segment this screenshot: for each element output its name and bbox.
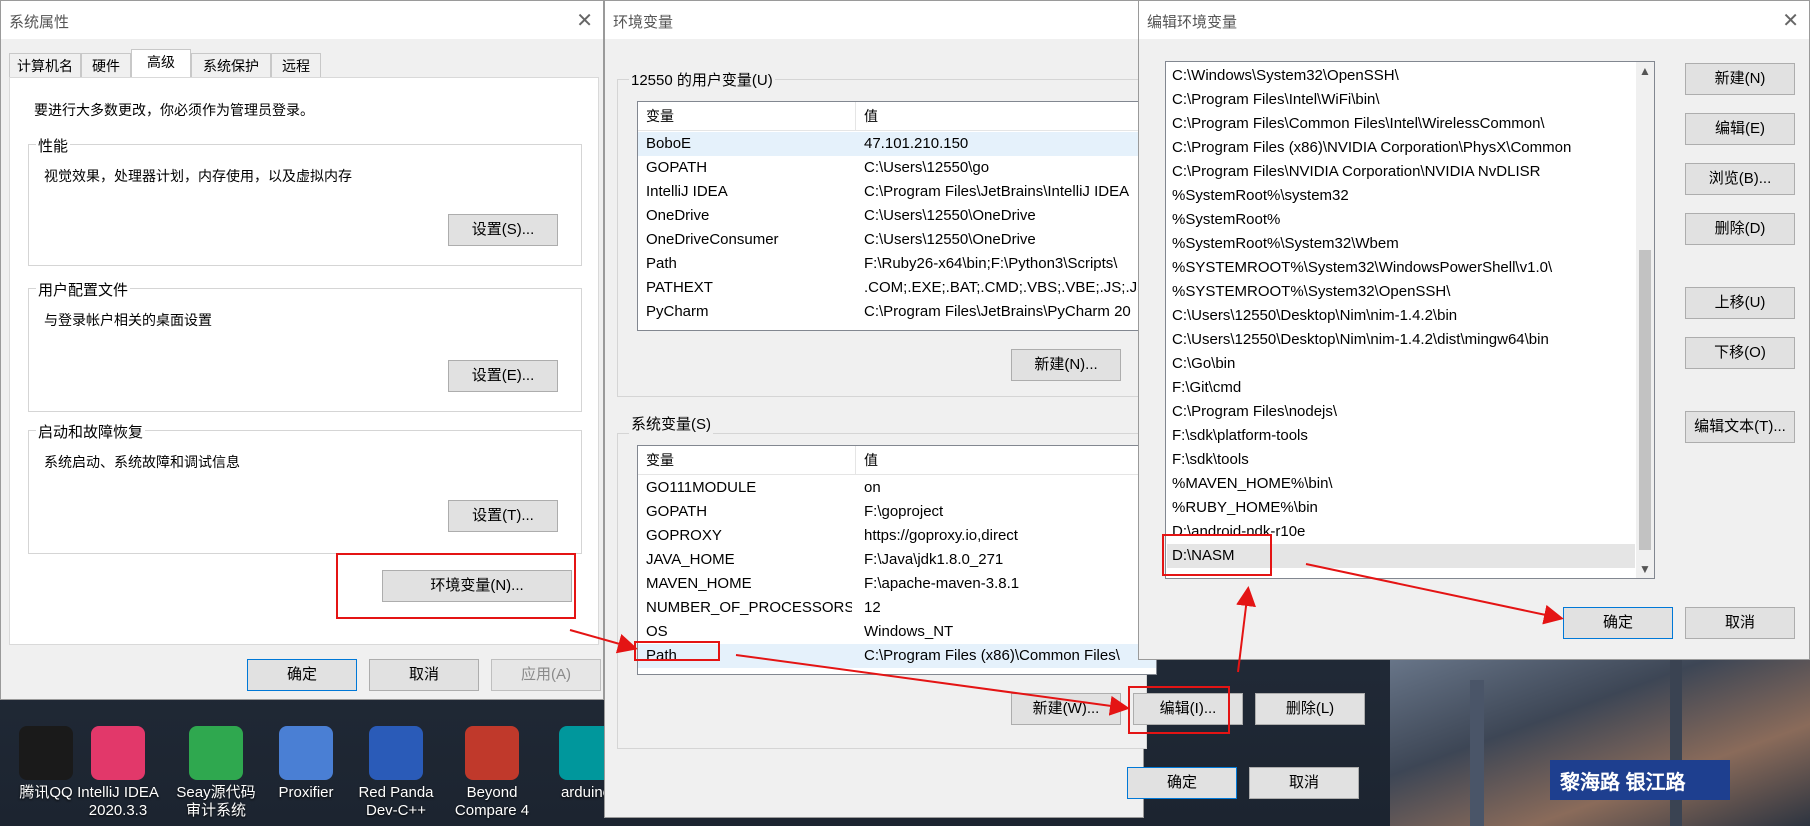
- arrow-to-path-row: [569, 629, 638, 654]
- arrow-to-edit-button: [735, 654, 1130, 716]
- arrow-to-nasm-entry: [1236, 586, 1256, 673]
- arrow-to-ok-button: [1305, 563, 1564, 625]
- annotation-arrows: [569, 563, 1564, 716]
